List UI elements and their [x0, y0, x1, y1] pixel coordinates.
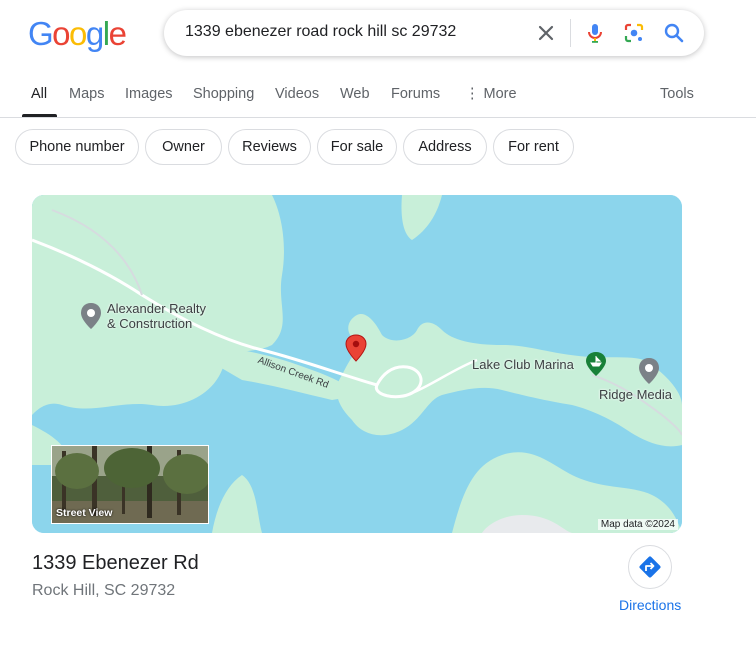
- search-input[interactable]: 1339 ebenezer road rock hill sc 29732: [185, 23, 456, 41]
- logo-letter: o: [52, 15, 70, 52]
- chip-for-rent[interactable]: For rent: [493, 129, 574, 165]
- logo-letter: o: [69, 15, 87, 52]
- chip-reviews[interactable]: Reviews: [228, 129, 311, 165]
- more-dots-icon: ⋮: [465, 86, 480, 102]
- logo-letter: G: [28, 15, 54, 52]
- place-pin-icon[interactable]: [637, 357, 661, 385]
- logo-letter: e: [108, 15, 127, 52]
- clear-icon[interactable]: [534, 21, 558, 45]
- tab-shopping[interactable]: Shopping: [193, 86, 254, 102]
- address-title: 1339 Ebenezer Rd: [32, 552, 199, 574]
- lens-icon[interactable]: [622, 21, 646, 45]
- microphone-icon[interactable]: [583, 21, 607, 45]
- marina-icon[interactable]: [585, 351, 607, 377]
- logo-letter: g: [85, 15, 104, 52]
- map-data-attribution[interactable]: Map data ©2024: [597, 519, 678, 530]
- chip-address[interactable]: Address: [403, 129, 487, 165]
- chip-phone-number[interactable]: Phone number: [15, 129, 139, 165]
- place-label-line: & Construction: [107, 316, 193, 331]
- place-pin-icon[interactable]: [79, 302, 103, 330]
- google-logo[interactable]: Google: [28, 15, 127, 52]
- directions-button[interactable]: [628, 545, 672, 589]
- tabs-divider: [0, 117, 756, 118]
- search-box[interactable]: 1339 ebenezer road rock hill sc 29732: [164, 10, 704, 56]
- tab-more[interactable]: ⋮ More: [465, 86, 517, 102]
- directions-icon: [639, 556, 661, 578]
- street-view-label: Street View: [56, 507, 113, 519]
- tab-videos[interactable]: Videos: [275, 86, 319, 102]
- tab-more-label: More: [483, 86, 517, 102]
- tab-images[interactable]: Images: [125, 86, 173, 102]
- tab-all[interactable]: All: [31, 86, 47, 102]
- tab-maps[interactable]: Maps: [69, 86, 104, 102]
- place-label-marina[interactable]: Lake Club Marina: [472, 357, 574, 372]
- place-label-ridge[interactable]: Ridge Media: [599, 387, 672, 402]
- tools-button[interactable]: Tools: [660, 86, 694, 102]
- search-icon[interactable]: [662, 21, 686, 45]
- address-subtitle: Rock Hill, SC 29732: [32, 582, 176, 599]
- tab-forums[interactable]: Forums: [391, 86, 440, 102]
- map[interactable]: Alexander Realty & Construction Allison …: [32, 195, 682, 533]
- place-label-line: Alexander Realty: [107, 301, 206, 316]
- location-pin-icon[interactable]: [345, 334, 367, 362]
- street-view-thumbnail[interactable]: Street View: [51, 445, 209, 524]
- search-tabs: All Maps Images Shopping Videos Web Foru…: [0, 86, 756, 118]
- tab-web[interactable]: Web: [340, 86, 370, 102]
- place-label-alexander[interactable]: Alexander Realty & Construction: [107, 301, 206, 331]
- search-divider: [570, 19, 571, 47]
- directions-label[interactable]: Directions: [619, 597, 681, 613]
- chip-owner[interactable]: Owner: [145, 129, 222, 165]
- chip-for-sale[interactable]: For sale: [317, 129, 397, 165]
